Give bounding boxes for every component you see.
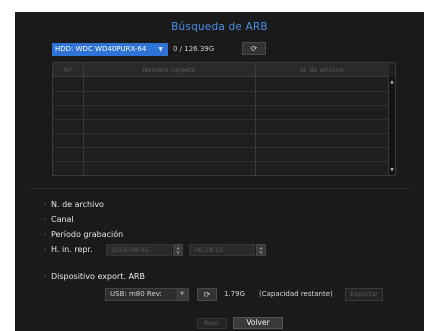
scroll-down-icon[interactable]: ▼ [389,168,395,173]
bullet-icon: › [44,246,47,253]
option-start-time-label: H. in. repr. [51,245,93,254]
usb-remaining-label: (Capacidad restante) [259,290,333,298]
bullet-icon: › [44,231,47,238]
option-file-no-label: N. de archivo [51,200,104,209]
column-header-file-no: N. de archivo [300,66,344,74]
back-button[interactable]: Volver [233,317,283,329]
usb-device-value: USB: m80 Rev: [110,290,162,298]
table-header: Nº Nombre carpeta N. de archivo [53,63,389,77]
chevron-down-icon: ▼ [158,46,163,53]
hdd-select[interactable]: HDD: WDC WD40PURX-64 ▼ [52,43,168,56]
column-header-folder: Nombre carpeta [142,66,196,74]
chevron-down-icon: ▼ [176,289,188,300]
refresh-icon: ⟳ [250,44,258,53]
usb-device-select[interactable]: USB: m80 Rev: ▼ [105,288,189,301]
hdd-capacity-text: 0 / 126.39G [173,45,215,53]
play-button[interactable]: Repr. [197,318,227,329]
bullet-icon: › [44,216,47,223]
table-row [53,119,389,120]
table-row [53,161,389,162]
table-row [53,105,389,106]
option-period-label: Período grabación [51,230,124,239]
table-row [53,133,389,134]
dialog-title: Búsqueda de ARB [171,21,268,33]
hdd-select-value: HDD: WDC WD40PURX-64 [55,45,147,53]
results-table: Nº Nombre carpeta N. de archivo ▲ ▼ [52,62,396,176]
column-header-no: Nº [64,66,72,74]
hdd-refresh-button[interactable]: ⟳ [242,42,266,55]
option-file-no[interactable]: › N. de archivo [44,200,104,210]
spin-down-icon: ▼ [259,250,263,255]
usb-capacity: 1.79G [224,290,246,298]
spin-down-icon: ▼ [176,250,180,255]
table-row [53,91,389,92]
start-date-spinner[interactable]: ▲ ▼ [173,244,183,256]
bullet-icon: › [44,273,47,280]
usb-refresh-button[interactable]: ⟳ [197,288,217,301]
refresh-icon: ⟳ [203,290,211,299]
option-export-device: › Dispositivo export. ARB [44,272,145,282]
scroll-up-icon[interactable]: ▲ [389,80,395,85]
start-date-field[interactable]: 2016-09-05 [106,244,172,256]
start-time-spinner[interactable]: ▲ ▼ [256,244,266,256]
arb-search-dialog: Búsqueda de ARB HDD: WDC WD40PURX-64 ▼ 0… [15,12,424,331]
section-divider [29,188,410,189]
option-period[interactable]: › Período grabación [44,230,124,240]
option-channel-label: Canal [51,215,74,224]
option-channel[interactable]: › Canal [44,215,74,225]
table-row [53,147,389,148]
option-start-time: › H. in. repr. [44,245,93,255]
table-scrollbar[interactable]: ▲ ▼ [388,77,395,175]
bullet-icon: › [44,201,47,208]
option-export-device-label: Dispositivo export. ARB [51,272,145,281]
start-time-field[interactable]: 06:18:12 [189,244,255,256]
export-button[interactable]: Exportar [345,288,383,301]
